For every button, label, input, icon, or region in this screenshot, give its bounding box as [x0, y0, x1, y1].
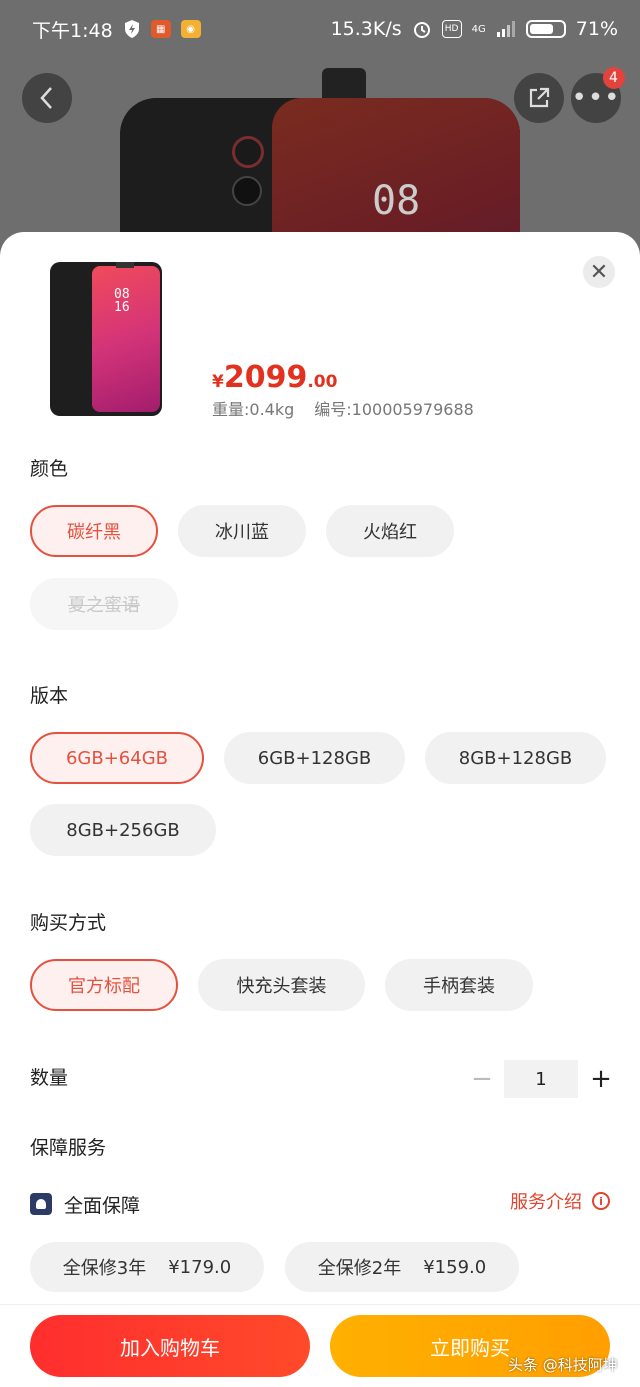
- alarm-icon: [412, 19, 432, 39]
- close-icon: ✕: [589, 259, 609, 285]
- share-button[interactable]: [514, 73, 564, 123]
- price-decimal: .00: [307, 372, 338, 392]
- net-speed: 15.3K/s: [330, 18, 402, 40]
- product-sku: 编号:100005979688: [314, 400, 474, 419]
- info-icon: i: [592, 1192, 610, 1210]
- color-option-summer-honey: 夏之蜜语: [30, 578, 178, 630]
- more-button[interactable]: ••• 4: [571, 67, 625, 123]
- share-icon: [529, 87, 550, 108]
- news-app-icon: ▦: [150, 20, 171, 38]
- service-intro-label: 服务介绍: [510, 1192, 582, 1213]
- quantity-minus-button[interactable]: −: [470, 1064, 494, 1094]
- service-option-3yr[interactable]: 全保修3年 ¥179.0: [30, 1242, 264, 1292]
- color-option-carbon-black[interactable]: 碳纤黑: [30, 505, 158, 557]
- quantity-input[interactable]: 1: [504, 1060, 578, 1098]
- version-option-8-256[interactable]: 8GB+256GB: [30, 804, 216, 856]
- camera-lens: [232, 136, 264, 168]
- back-button[interactable]: [22, 73, 72, 123]
- service-option-price: ¥179.0: [168, 1256, 232, 1278]
- purchase-option-charger-kit[interactable]: 快充头套装: [198, 959, 365, 1011]
- service-option-name: 全保修2年: [317, 1258, 402, 1279]
- purchase-option-standard[interactable]: 官方标配: [30, 959, 178, 1011]
- product-thumbnail: 08 16: [50, 262, 162, 416]
- price-integer: 2099: [223, 360, 308, 395]
- close-button[interactable]: ✕: [583, 256, 615, 288]
- network-type: 4G: [471, 23, 486, 35]
- service-option-name: 全保修3年: [62, 1258, 147, 1279]
- service-option-2yr[interactable]: 全保修2年 ¥159.0: [285, 1242, 519, 1292]
- chevron-left-icon: [40, 87, 52, 109]
- hd-icon: HD: [441, 20, 462, 38]
- purchase-section-title: 购买方式: [30, 912, 107, 934]
- version-option-6-64[interactable]: 6GB+64GB: [30, 732, 204, 784]
- product-weight: 重量:0.4kg: [212, 400, 295, 419]
- thumbnail-screen-time: 08 16: [114, 287, 130, 315]
- weibo-icon: ◉: [180, 20, 201, 38]
- camera-lens-secondary: [232, 176, 262, 206]
- color-section-title: 颜色: [30, 458, 69, 480]
- battery-percent: 71%: [575, 18, 618, 40]
- version-section-title: 版本: [30, 685, 69, 707]
- color-option-flame-red[interactable]: 火焰红: [326, 505, 454, 557]
- product-meta: 重量:0.4kg 编号:100005979688: [212, 396, 474, 420]
- purchase-option-gamepad-kit[interactable]: 手柄套装: [385, 959, 533, 1011]
- status-bar: 下午1:48 ▦ ◉ 15.3K/s HD 4G 71%: [0, 0, 640, 58]
- signal-icon: [496, 21, 516, 37]
- status-time: 下午1:48: [32, 19, 113, 42]
- product-price: ¥ 2099 .00: [212, 360, 337, 395]
- service-item-label: 全面保障: [64, 1194, 141, 1217]
- service-section-title: 保障服务: [30, 1137, 107, 1159]
- color-option-glacier-blue[interactable]: 冰川蓝: [178, 505, 306, 557]
- battery-icon: [525, 20, 566, 38]
- shield-icon: [123, 19, 141, 39]
- version-option-6-128[interactable]: 6GB+128GB: [224, 732, 405, 784]
- add-to-cart-button[interactable]: 加入购物车: [30, 1315, 310, 1377]
- watermark: 头条 @科技阿坤: [508, 1356, 618, 1374]
- notification-badge: 4: [603, 67, 625, 89]
- service-intro-link[interactable]: 服务介绍 i: [510, 1188, 610, 1214]
- service-option-price: ¥159.0: [423, 1256, 487, 1278]
- price-symbol: ¥: [212, 372, 224, 392]
- protection-bag-icon: [30, 1193, 52, 1215]
- phone-screen-time: 08: [372, 178, 421, 224]
- quantity-plus-button[interactable]: +: [588, 1064, 614, 1094]
- quantity-section-title: 数量: [30, 1067, 69, 1089]
- version-option-8-128[interactable]: 8GB+128GB: [425, 732, 606, 784]
